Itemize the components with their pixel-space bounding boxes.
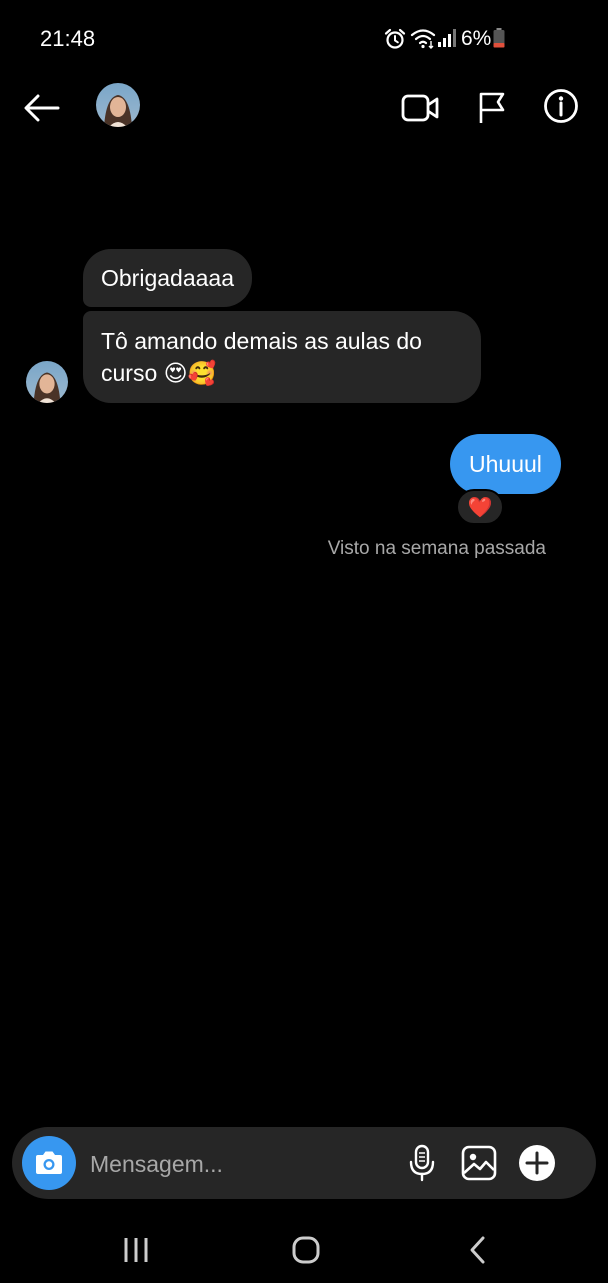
heart-reaction[interactable]: ❤️ (456, 489, 504, 525)
home-button[interactable] (284, 1232, 328, 1268)
incoming-message[interactable]: Obrigadaaaa (83, 249, 252, 307)
video-call-button[interactable] (398, 86, 442, 130)
system-navigation-bar (0, 1214, 608, 1283)
chat-header (0, 76, 608, 140)
avatar-image (96, 83, 140, 127)
back-icon (470, 1236, 485, 1264)
camera-button[interactable] (22, 1136, 76, 1190)
message-input[interactable] (88, 1143, 392, 1185)
wifi-icon (410, 29, 436, 49)
recent-apps-button[interactable] (114, 1232, 158, 1268)
gallery-button[interactable] (459, 1143, 499, 1183)
camera-icon (36, 1151, 62, 1174)
battery-low-icon (493, 28, 505, 48)
sender-avatar[interactable] (26, 361, 68, 403)
nav-back-button[interactable] (456, 1232, 500, 1268)
plus-icon (519, 1145, 555, 1181)
video-call-icon (401, 94, 439, 122)
avatar-image (26, 361, 68, 403)
status-time: 21:48 (40, 26, 96, 51)
message-composer (12, 1127, 596, 1199)
more-options-button[interactable] (517, 1143, 557, 1183)
info-button[interactable] (539, 84, 583, 128)
flag-icon (479, 92, 505, 123)
seen-status: Visto na semana passada (327, 538, 546, 559)
recent-apps-icon (124, 1238, 148, 1262)
info-icon (544, 89, 578, 123)
report-button[interactable] (470, 86, 514, 130)
home-icon (292, 1236, 320, 1264)
microphone-icon (409, 1144, 435, 1182)
incoming-message[interactable]: Tô amando demais as aulas do curso 😍🥰 (83, 311, 481, 403)
gallery-icon (461, 1145, 497, 1181)
contact-avatar[interactable] (96, 83, 140, 127)
back-arrow-icon (24, 94, 60, 122)
battery-percentage: 6% (461, 27, 492, 50)
status-bar: 21:48 6% (0, 0, 608, 76)
alarm-icon (384, 28, 406, 49)
back-button[interactable] (20, 86, 64, 130)
signal-icon (438, 29, 456, 47)
voice-message-button[interactable] (402, 1143, 442, 1183)
outgoing-message[interactable]: Uhuuul (450, 434, 561, 494)
